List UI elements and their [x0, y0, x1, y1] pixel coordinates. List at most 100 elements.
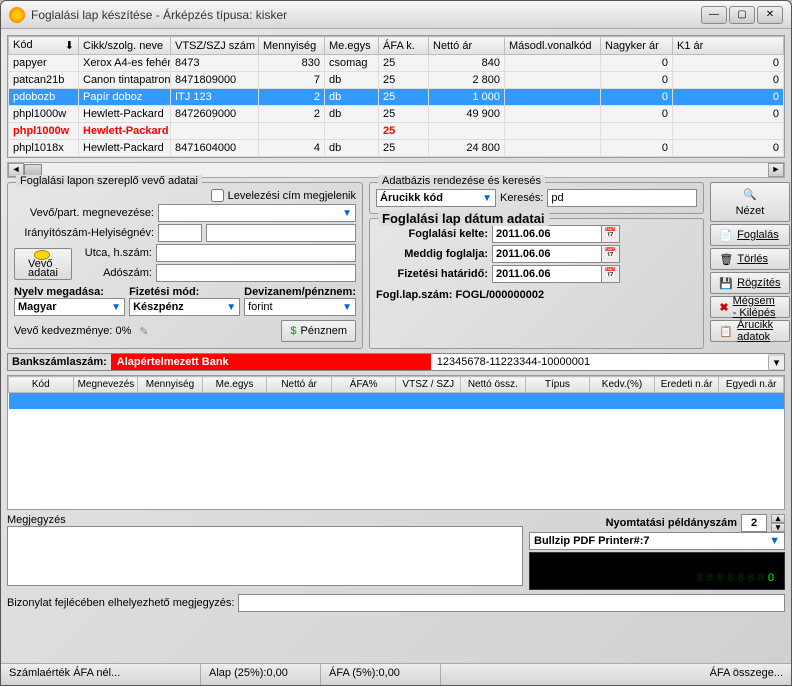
customer-name-combo[interactable]: ▼ [158, 204, 356, 222]
column-header[interactable]: Nagyker ár [601, 37, 673, 55]
column-header[interactable]: Nettó ár [429, 37, 505, 55]
table-row[interactable]: phpl1018xHewlett-Packard84716040004db252… [9, 140, 784, 157]
until-label: Meddig foglalja: [376, 248, 488, 260]
mail-address-label: Levelezési cím megjelenik [228, 190, 356, 202]
mail-address-checkbox[interactable] [211, 189, 224, 202]
column-header[interactable]: Kedv.(%) [590, 377, 655, 393]
column-header[interactable]: Kód ⬇ [9, 37, 79, 55]
copies-input[interactable] [741, 514, 767, 532]
reserve-button[interactable]: 📄Foglalás [710, 224, 789, 246]
column-header[interactable]: VTSZ/SZJ szám [171, 37, 259, 55]
language-combo[interactable]: Magyar▼ [14, 298, 125, 316]
bank-dropdown-arrow[interactable]: ▾ [768, 356, 784, 369]
column-header[interactable]: ÁFA% [331, 377, 396, 393]
middle-panels: Foglalási lapon szereplő vevő adatai Lev… [7, 182, 785, 349]
edit-discount-icon[interactable]: ✎ [139, 325, 148, 338]
items-table-header[interactable]: Kód ⬇Cikk/szolg. neveVTSZ/SZJ számMennyi… [9, 37, 784, 55]
until-date-input[interactable] [492, 245, 602, 263]
magnifier-icon: 🔍 [743, 188, 757, 201]
table-row[interactable]: pdobozbPapír dobozITJ 1232db251 00000 [9, 89, 784, 106]
column-header[interactable]: Cikk/szolg. neve [79, 37, 171, 55]
table-row[interactable]: papyerXerox A4-es fehér8473830csomag2584… [9, 55, 784, 72]
column-header[interactable]: Me.egys [325, 37, 379, 55]
cancel-exit-button[interactable]: ✖Mégsem - Kilépés [710, 296, 789, 318]
chevron-down-icon: ▼ [342, 208, 352, 219]
comment-box: Megjegyzés [7, 514, 523, 590]
save-icon: 💾 [719, 277, 733, 290]
column-header[interactable]: Mennyiség [259, 37, 325, 55]
column-header[interactable]: VTSZ / SZJ [396, 377, 461, 393]
currency-button[interactable]: $Pénznem [281, 320, 356, 342]
calendar-icon[interactable]: 📅 [602, 265, 620, 283]
search-field-combo[interactable]: Árucikk kód▼ [376, 189, 496, 207]
table-row[interactable]: phpl1000wHewlett-Packard84726090002db254… [9, 106, 784, 123]
document-number: Fogl.lap.szám: FOGL/000000002 [376, 289, 697, 301]
column-header[interactable]: Nettó ár [267, 377, 332, 393]
column-header[interactable]: ÁFA k. [379, 37, 429, 55]
zip-input[interactable] [158, 224, 202, 242]
app-icon [9, 7, 25, 23]
tax-label: Adószám: [76, 267, 152, 279]
column-header[interactable]: Másodl.vonalkód [505, 37, 601, 55]
street-input[interactable] [156, 244, 356, 262]
customer-data-button[interactable]: Vevőadatai [14, 248, 72, 280]
delete-button[interactable]: 🗑Törlés [710, 248, 789, 270]
column-header[interactable]: Megnevezés [73, 377, 138, 393]
payment-combo[interactable]: Készpénz▼ [129, 298, 240, 316]
created-date-input[interactable] [492, 225, 602, 243]
column-header[interactable]: Mennyiség [138, 377, 203, 393]
money-icon: $ [290, 325, 296, 337]
customer-legend: Foglalási lapon szereplő vevő adatai [16, 175, 202, 187]
header-comment-row: Bizonylat fejlécében elhelyezhető megjeg… [7, 594, 785, 612]
tax-input[interactable] [156, 264, 356, 282]
column-header[interactable]: Egyedi n.ár [719, 377, 784, 393]
bank-row: Bankszámlaszám: Alapértelmezett Bank 123… [7, 353, 785, 371]
column-header[interactable]: Eredeti n.ár [654, 377, 719, 393]
header-comment-label: Bizonylat fejlécében elhelyezhető megjeg… [7, 597, 234, 609]
due-label: Fizetési határidő: [376, 268, 488, 280]
comment-textarea[interactable] [7, 526, 523, 586]
bank-label: Bankszámlaszám: [8, 354, 111, 370]
chevron-down-icon: ▼ [769, 535, 780, 547]
column-header[interactable]: Me.egys [202, 377, 267, 393]
save-button[interactable]: 💾Rögzítés [710, 272, 789, 294]
maximize-button[interactable]: ▢ [729, 6, 755, 24]
search-input[interactable] [547, 189, 697, 207]
items-table: Kód ⬇Cikk/szolg. neveVTSZ/SZJ számMennyi… [7, 35, 785, 158]
seven-segment-display: 88888880 [529, 552, 785, 590]
statusbar: Számlaérték ÁFA nél... Alap (25%):0,00 Á… [1, 663, 791, 685]
header-comment-input[interactable] [238, 594, 785, 612]
chevron-down-icon: ▼ [226, 302, 236, 313]
window-title: Foglalási lap készítése - Árképzés típus… [31, 8, 701, 22]
trash-icon: 🗑 [719, 253, 733, 266]
window-controls: — ▢ ✕ [701, 6, 783, 24]
zip-city-label: Irányítószám-Helyiségnév: [14, 227, 154, 239]
column-header[interactable]: Típus [525, 377, 590, 393]
calendar-icon[interactable]: 📅 [602, 245, 620, 263]
close-button[interactable]: ✕ [757, 6, 783, 24]
due-date-input[interactable] [492, 265, 602, 283]
calendar-icon[interactable]: 📅 [602, 225, 620, 243]
column-header[interactable]: K1 ár [673, 37, 784, 55]
view-button[interactable]: 🔍Nézet [710, 182, 789, 222]
scroll-right-button[interactable]: ► [768, 163, 784, 177]
chevron-down-icon: ▼ [482, 193, 492, 204]
printer-select[interactable]: Bullzip PDF Printer#:7▼ [529, 532, 785, 550]
copies-down[interactable]: ▾ [771, 523, 785, 532]
currency-combo[interactable]: forint▼ [244, 298, 356, 316]
table-row[interactable]: phpl1000wHewlett-Packard25 [9, 123, 784, 140]
minimize-button[interactable]: — [701, 6, 727, 24]
table-row[interactable]: patcan21bCanon tintapatron84718090007db2… [9, 72, 784, 89]
language-label: Nyelv megadása: [14, 286, 125, 298]
line-item-selected-row[interactable] [9, 393, 784, 409]
line-items-header[interactable]: KódMegnevezésMennyiségMe.egysNettó árÁFA… [9, 377, 784, 393]
column-header[interactable]: Kód [9, 377, 74, 393]
status-vat-total: ÁFA összege... [441, 664, 791, 685]
payment-label: Fizetési mód: [129, 286, 240, 298]
currency-label: Devizanem/pénznem: [244, 286, 356, 298]
right-buttons: 🔍Nézet 📄Foglalás 🗑Törlés 💾Rögzítés ✖Mégs… [710, 182, 789, 349]
chevron-down-icon: ▼ [111, 302, 121, 313]
city-input[interactable] [206, 224, 356, 242]
item-data-button[interactable]: 📋Árucikk adatok [710, 320, 789, 342]
column-header[interactable]: Nettó össz. [461, 377, 526, 393]
